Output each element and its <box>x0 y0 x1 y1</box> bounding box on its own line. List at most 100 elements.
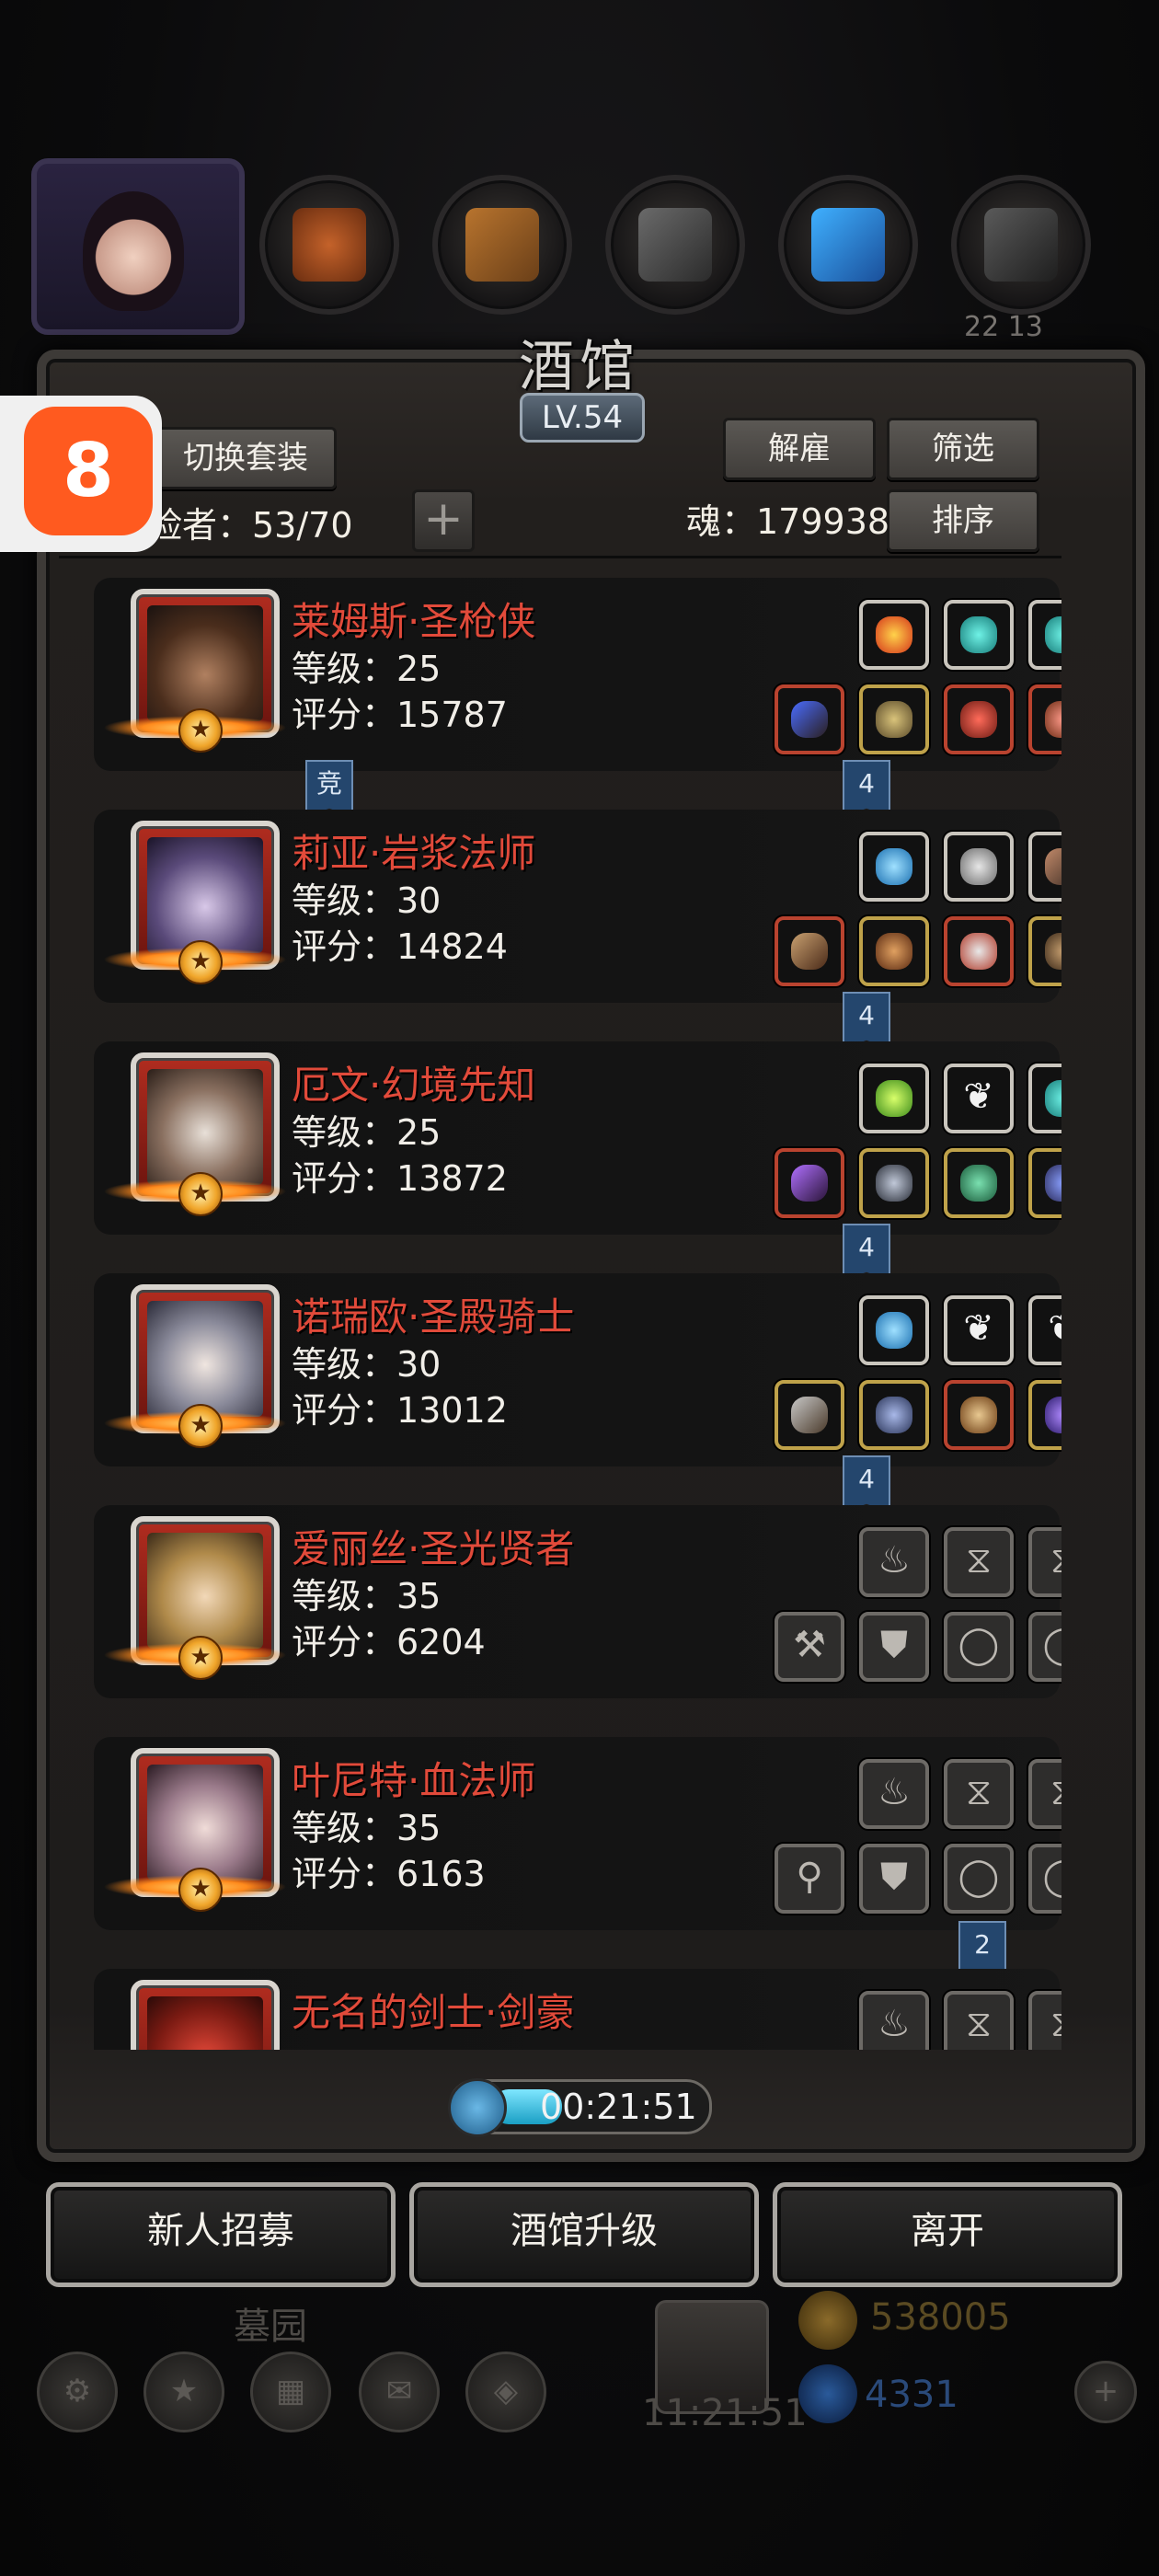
empty-ring-slot[interactable]: ◯ <box>1028 1612 1061 1682</box>
empty-ring-slot[interactable]: ◯ <box>944 1612 1014 1682</box>
empty-armor-slot[interactable]: ⛊ <box>859 1844 929 1914</box>
player-avatar[interactable] <box>31 158 245 335</box>
timer-bar: 00:21:51 <box>448 2078 712 2137</box>
armor-slot[interactable] <box>859 1148 929 1218</box>
rank-medal-icon: ★ <box>178 940 223 984</box>
hero-card[interactable]: ★ 爱丽丝·圣光贤者 等级：35 评分：6204 ♨ ⧖ ⧖ ⚒ ⛊ ◯ ◯ <box>94 1505 1061 1698</box>
leave-button[interactable]: 离开 <box>773 2182 1122 2287</box>
turquoise-gem-slot[interactable] <box>1028 600 1061 670</box>
hero-portrait[interactable] <box>131 1980 280 2050</box>
armor-icon <box>876 1165 912 1202</box>
hero-card[interactable]: 无名的剑士·剑豪 ♨ ⧖ ⧖ <box>94 1969 1061 2050</box>
filter-button[interactable]: 筛选 <box>887 418 1039 480</box>
empty-armor-slot[interactable]: ⛊ <box>859 1612 929 1682</box>
hero-card[interactable]: ★ 厄文·幻境先知 等级：25 评分：13872 ❦ <box>94 1041 1061 1235</box>
armor-slot[interactable] <box>859 916 929 986</box>
empty-ring-slot[interactable]: ◯ <box>944 1844 1014 1914</box>
armor-placeholder-icon: ⛊ <box>880 1856 908 1898</box>
turquoise-gem-slot[interactable] <box>1028 1064 1061 1133</box>
plank-resource-tab[interactable] <box>432 175 572 315</box>
armor-slot[interactable] <box>859 684 929 754</box>
hammer-slot[interactable] <box>775 1380 844 1450</box>
dismiss-button[interactable]: 解雇 <box>723 418 876 480</box>
level-bookmark: 4 <box>843 992 890 1049</box>
empty-rune-slot[interactable]: ♨ <box>859 1527 929 1597</box>
hero-card[interactable]: ★ 诺瑞欧·圣殿骑士 等级：30 评分：13012 ❦ ❦ <box>94 1273 1061 1466</box>
bag-icon[interactable]: ◈ <box>465 2352 546 2432</box>
wing-slot[interactable]: ❦ <box>944 1064 1014 1133</box>
ring-slot[interactable] <box>1028 1380 1061 1450</box>
clock-icon <box>448 2078 507 2137</box>
hero-level: 等级：25 <box>292 649 442 689</box>
weapon-slot[interactable] <box>775 684 844 754</box>
medal-slot[interactable] <box>944 916 1014 986</box>
mask-slot[interactable] <box>1028 916 1061 986</box>
empty-gem-slot[interactable]: ⧖ <box>1028 1991 1061 2050</box>
app-logo-icon: 8 <box>24 407 153 535</box>
hero-level: 等级：35 <box>292 1808 442 1848</box>
green-crystal-slot[interactable] <box>859 1064 929 1133</box>
ring-icon <box>960 701 997 738</box>
gunslinger-portrait-icon <box>147 605 263 721</box>
shield-slot[interactable] <box>944 1380 1014 1450</box>
wood-resource-tab[interactable] <box>259 175 399 315</box>
recruit-button[interactable]: 新人招募 <box>46 2182 396 2287</box>
hero-name: 叶尼特·血法师 <box>292 1758 536 1803</box>
wing-slot[interactable]: ❦ <box>944 1295 1014 1365</box>
switch-outfit-button[interactable]: 切换套装 <box>155 427 337 489</box>
sort-button[interactable]: 排序 <box>887 489 1039 552</box>
flame-placeholder-icon: ♨ <box>878 1771 911 1813</box>
add-currency-icon[interactable]: + <box>1074 2361 1137 2423</box>
turquoise-gem-slot[interactable] <box>944 600 1014 670</box>
blue-orb-slot[interactable] <box>859 1295 929 1365</box>
settings-icon[interactable]: ⚙ <box>37 2352 118 2432</box>
add-slot-button[interactable]: + <box>412 489 475 552</box>
empty-gem-slot[interactable]: ⧖ <box>1028 1759 1061 1829</box>
iron-resource-tab[interactable] <box>605 175 745 315</box>
empty-gem-slot[interactable]: ⧖ <box>944 1991 1014 2050</box>
ring-slot[interactable] <box>944 1148 1014 1218</box>
swordsman-portrait-icon <box>147 1996 263 2050</box>
hourglass-placeholder-icon: ⧖ <box>965 1539 993 1581</box>
rank-medal-icon: ★ <box>178 1868 223 1912</box>
gem-amount: 4331 <box>865 2374 958 2416</box>
adventurer-count: 险者：53/70 <box>147 505 353 546</box>
necklace-slot[interactable] <box>1028 1148 1061 1218</box>
hero-card[interactable]: ★ 莉亚·岩浆法师 等级：30 评分：14824 <box>94 810 1061 1003</box>
armor-placeholder-icon: ⛊ <box>880 1624 908 1666</box>
empty-ring-slot[interactable]: ◯ <box>1028 1844 1061 1914</box>
arena-bookmark: 竞 <box>305 760 353 817</box>
empty-weapon-slot[interactable]: ⚲ <box>775 1844 844 1914</box>
hero-level: 等级：30 <box>292 1344 442 1385</box>
empty-rune-slot[interactable]: ♨ <box>859 1759 929 1829</box>
steel-resource-tab[interactable] <box>951 175 1091 315</box>
empty-gem-slot[interactable]: ⧖ <box>1028 1527 1061 1597</box>
map-icon[interactable]: ▦ <box>250 2352 331 2432</box>
staff-slot[interactable] <box>775 916 844 986</box>
hero-list[interactable]: ★ 莱姆斯·圣枪侠 等级：25 评分：15787 竞 4 ★ 莉亚·岩浆法师 等… <box>59 559 1061 2050</box>
empty-rune-slot[interactable]: ♨ <box>859 1991 929 2050</box>
ring-slot[interactable] <box>944 684 1014 754</box>
mask-icon <box>1045 933 1061 970</box>
amulet-slot[interactable] <box>1028 684 1061 754</box>
achievement-icon[interactable]: ★ <box>143 2352 224 2432</box>
hero-card[interactable]: ★ 莱姆斯·圣枪侠 等级：25 评分：15787 <box>94 578 1061 771</box>
hero-card[interactable]: ★ 叶尼特·血法师 等级：35 评分：6163 ♨ ⧖ ⧖ ⚲ ⛊ ◯ ◯ <box>94 1737 1061 1930</box>
gold-coin-icon <box>798 2291 857 2350</box>
wand-slot[interactable] <box>1028 832 1061 902</box>
wing-slot[interactable]: ❦ <box>1028 1295 1061 1365</box>
crystal-resource-tab[interactable] <box>778 175 918 315</box>
ring-placeholder-icon: ◯ <box>958 1624 1000 1666</box>
mail-icon[interactable]: ✉ <box>359 2352 440 2432</box>
empty-weapon-slot[interactable]: ⚒ <box>775 1612 844 1682</box>
wood-icon <box>293 208 366 282</box>
staff-slot[interactable] <box>775 1148 844 1218</box>
armor-slot[interactable] <box>859 1380 929 1450</box>
empty-gem-slot[interactable]: ⧖ <box>944 1527 1014 1597</box>
empty-gem-slot[interactable]: ⧖ <box>944 1759 1014 1829</box>
chain-slot[interactable] <box>944 832 1014 902</box>
floating-app-badge[interactable]: 8 <box>0 396 162 552</box>
upgrade-tavern-button[interactable]: 酒馆升级 <box>409 2182 759 2287</box>
fire-rune-slot[interactable] <box>859 600 929 670</box>
blue-orb-slot[interactable] <box>859 832 929 902</box>
